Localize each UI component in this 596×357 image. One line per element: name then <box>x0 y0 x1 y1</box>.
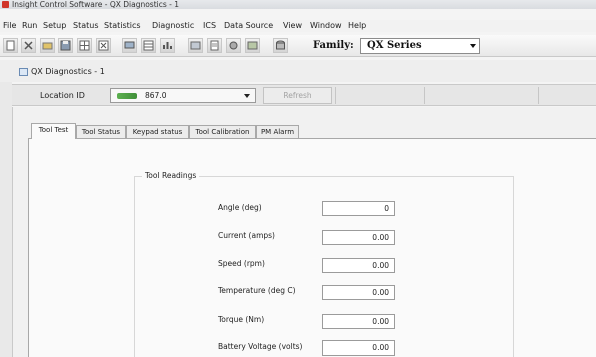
menu-bar: File Run Setup Status Statistics Diagnos… <box>0 20 596 32</box>
cancel-icon[interactable] <box>96 38 111 53</box>
battery-voltage-label: Battery Voltage (volts) <box>218 342 303 351</box>
tool-readings-title: Tool Readings <box>142 171 200 180</box>
close-icon[interactable] <box>21 38 36 53</box>
chart-icon[interactable] <box>160 38 175 53</box>
menu-diagnostic[interactable]: Diagnostic <box>152 21 194 30</box>
child-window-titlebar: QX Diagnostics - 1 <box>0 60 596 82</box>
tab-pm-alarm[interactable]: PM Alarm <box>256 125 299 138</box>
title-bar: Insight Control Software - QX Diagnostic… <box>0 0 596 9</box>
menu-window[interactable]: Window <box>310 21 342 30</box>
divider <box>538 87 539 104</box>
save-icon[interactable] <box>58 38 73 53</box>
torque-field[interactable]: 0.00 <box>322 314 395 329</box>
database-icon[interactable] <box>273 38 288 53</box>
menu-status[interactable]: Status <box>73 21 99 30</box>
toolbar: Family: QX Series <box>0 35 596 57</box>
menu-ics[interactable]: ICS <box>203 21 216 30</box>
current-label: Current (amps) <box>218 231 275 240</box>
new-icon[interactable] <box>3 38 18 53</box>
divider <box>335 87 336 104</box>
mdi-workspace <box>0 60 12 357</box>
family-value: QX Series <box>367 40 422 51</box>
chevron-down-icon <box>244 94 250 98</box>
grid-icon[interactable] <box>77 38 92 53</box>
tab-tool-calibration[interactable]: Tool Calibration <box>189 125 256 138</box>
current-field[interactable]: 0.00 <box>322 230 395 245</box>
location-value: 867.0 <box>145 91 167 100</box>
tab-tool-test-label: Tool Test <box>38 126 69 134</box>
export-icon[interactable] <box>245 38 260 53</box>
tool-icon[interactable] <box>188 38 203 53</box>
battery-voltage-field[interactable]: 0.00 <box>322 340 395 356</box>
window-icon <box>19 68 28 76</box>
menu-view[interactable]: View <box>283 21 302 30</box>
temperature-field[interactable]: 0.00 <box>322 285 395 300</box>
speed-label: Speed (rpm) <box>218 259 265 268</box>
family-label: Family: <box>313 40 354 51</box>
torque-label: Torque (Nm) <box>218 315 265 324</box>
menu-run[interactable]: Run <box>22 21 37 30</box>
speed-field[interactable]: 0.00 <box>322 258 395 273</box>
chevron-down-icon <box>470 44 476 48</box>
tab-tool-test-active[interactable]: Tool Test <box>31 123 76 139</box>
divider <box>424 87 425 104</box>
menu-setup[interactable]: Setup <box>43 21 66 30</box>
refresh-label: Refresh <box>283 91 312 100</box>
network-icon <box>117 93 137 99</box>
open-icon[interactable] <box>40 38 55 53</box>
app-icon <box>2 1 9 8</box>
location-id-label: Location ID <box>40 91 85 100</box>
menu-data-source[interactable]: Data Source <box>224 21 273 30</box>
window-title: Insight Control Software - QX Diagnostic… <box>12 0 180 9</box>
settings-icon[interactable] <box>226 38 241 53</box>
menu-statistics[interactable]: Statistics <box>104 21 141 30</box>
tab-keypad-status[interactable]: Keypad status <box>126 125 189 138</box>
tab-tool-status[interactable]: Tool Status <box>76 125 126 138</box>
angle-label: Angle (deg) <box>218 203 262 212</box>
temperature-label: Temperature (deg C) <box>218 286 296 295</box>
report-icon[interactable] <box>207 38 222 53</box>
menu-file[interactable]: File <box>3 21 16 30</box>
refresh-button[interactable]: Refresh <box>263 87 332 104</box>
family-dropdown[interactable]: QX Series <box>360 38 480 54</box>
table-icon[interactable] <box>141 38 156 53</box>
child-window-title: QX Diagnostics - 1 <box>31 67 105 76</box>
angle-field[interactable]: 0 <box>322 201 395 216</box>
menu-help[interactable]: Help <box>348 21 366 30</box>
location-dropdown[interactable]: 867.0 <box>110 88 256 103</box>
monitor-icon[interactable] <box>122 38 137 53</box>
location-bar: Location ID 867.0 Refresh <box>12 84 596 106</box>
